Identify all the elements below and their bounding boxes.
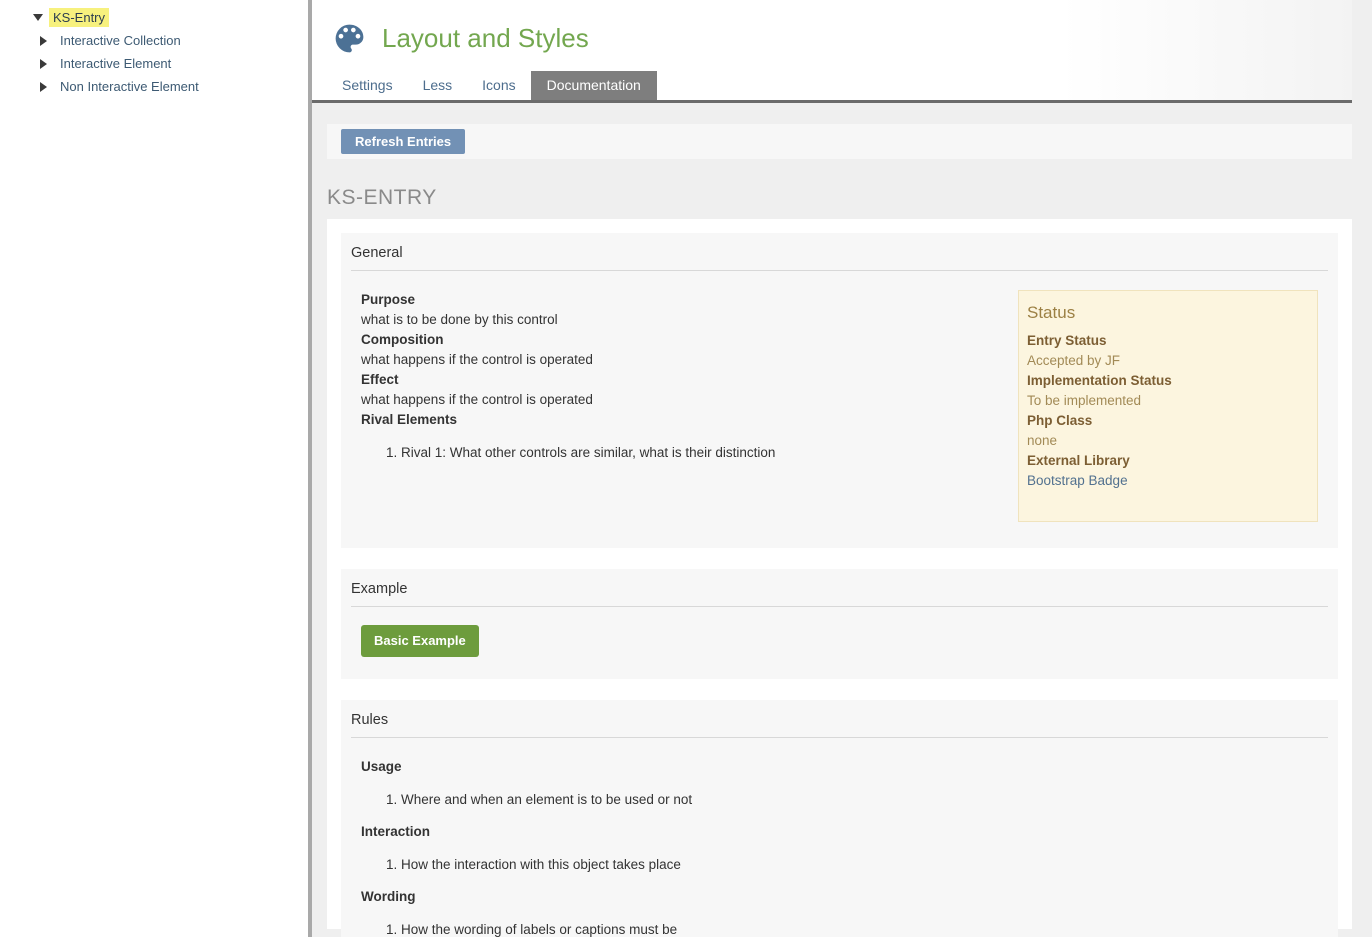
- tab-documentation[interactable]: Documentation: [531, 71, 657, 100]
- field-desc: what happens if the control is operated: [361, 390, 988, 410]
- tab-less[interactable]: Less: [408, 71, 468, 100]
- field-term: Rival Elements: [361, 410, 988, 430]
- toolbar: Refresh Entries: [327, 124, 1352, 159]
- section-example: Example Basic Example: [341, 569, 1338, 679]
- rule-list: How the interaction with this object tak…: [361, 854, 1318, 875]
- section-general: General Purpose what is to be done by th…: [341, 233, 1338, 548]
- status-value: Accepted by JF: [1027, 351, 1309, 371]
- field-term: Effect: [361, 370, 988, 390]
- rule-term: Usage: [361, 757, 1318, 777]
- field-desc: what happens if the control is operated: [361, 350, 988, 370]
- status-term: Implementation Status: [1027, 371, 1309, 391]
- rule-list: How the wording of labels or captions mu…: [361, 919, 1318, 937]
- rival-list: Rival 1: What other controls are similar…: [361, 442, 988, 463]
- entry-heading: KS-ENTRY: [327, 186, 1372, 210]
- page-title: Layout and Styles: [382, 23, 589, 54]
- rule-list-item: How the wording of labels or captions mu…: [401, 919, 1318, 937]
- refresh-entries-button[interactable]: Refresh Entries: [341, 129, 465, 154]
- tree-item-ks-entry[interactable]: KS-Entry: [0, 6, 308, 29]
- section-example-title: Example: [351, 579, 1328, 597]
- documentation-container: General Purpose what is to be done by th…: [327, 219, 1352, 929]
- status-value: none: [1027, 431, 1309, 451]
- tab-bar: Settings Less Icons Documentation: [312, 71, 1352, 100]
- rule-list: Where and when an element is to be used …: [361, 789, 1318, 810]
- external-library-link[interactable]: Bootstrap Badge: [1027, 473, 1128, 488]
- main-content: Layout and Styles Settings Less Icons Do…: [312, 0, 1372, 937]
- tree-item-interactive-collection[interactable]: Interactive Collection: [0, 29, 308, 52]
- tree-item-label[interactable]: KS-Entry: [49, 8, 109, 27]
- field-term: Composition: [361, 330, 988, 350]
- status-box-title: Status: [1027, 303, 1309, 323]
- tree-item-label[interactable]: Non Interactive Element: [56, 77, 203, 96]
- basic-example-badge: Basic Example: [361, 625, 479, 657]
- page-header: Layout and Styles Settings Less Icons Do…: [312, 0, 1352, 103]
- tree-item-non-interactive-element[interactable]: Non Interactive Element: [0, 75, 308, 98]
- section-general-title: General: [351, 243, 1328, 261]
- caret-right-icon[interactable]: [40, 82, 56, 92]
- rule-term: Interaction: [361, 822, 1318, 842]
- status-term: Entry Status: [1027, 331, 1309, 351]
- status-term: External Library: [1027, 451, 1309, 471]
- caret-right-icon[interactable]: [40, 59, 56, 69]
- sidebar-tree: KS-Entry Interactive Collection Interact…: [0, 0, 308, 937]
- status-box: Status Entry Status Accepted by JF Imple…: [1018, 290, 1318, 522]
- palette-icon: [331, 20, 368, 57]
- section-rules-title: Rules: [351, 710, 1328, 728]
- tab-icons[interactable]: Icons: [467, 71, 530, 100]
- caret-down-icon[interactable]: [33, 13, 49, 23]
- caret-right-icon[interactable]: [40, 36, 56, 46]
- tab-settings[interactable]: Settings: [327, 71, 408, 100]
- rule-term: Wording: [361, 887, 1318, 907]
- field-desc: what is to be done by this control: [361, 310, 988, 330]
- status-value: To be implemented: [1027, 391, 1309, 411]
- rule-list-item: Where and when an element is to be used …: [401, 789, 1318, 810]
- general-fields: Purpose what is to be done by this contr…: [361, 290, 1018, 475]
- rule-list-item: How the interaction with this object tak…: [401, 854, 1318, 875]
- tree-item-label[interactable]: Interactive Collection: [56, 31, 185, 50]
- tree-item-interactive-element[interactable]: Interactive Element: [0, 52, 308, 75]
- tree-item-label[interactable]: Interactive Element: [56, 54, 175, 73]
- field-term: Purpose: [361, 290, 988, 310]
- status-term: Php Class: [1027, 411, 1309, 431]
- section-rules: Rules Usage Where and when an element is…: [341, 700, 1338, 937]
- rival-list-item: Rival 1: What other controls are similar…: [401, 442, 988, 463]
